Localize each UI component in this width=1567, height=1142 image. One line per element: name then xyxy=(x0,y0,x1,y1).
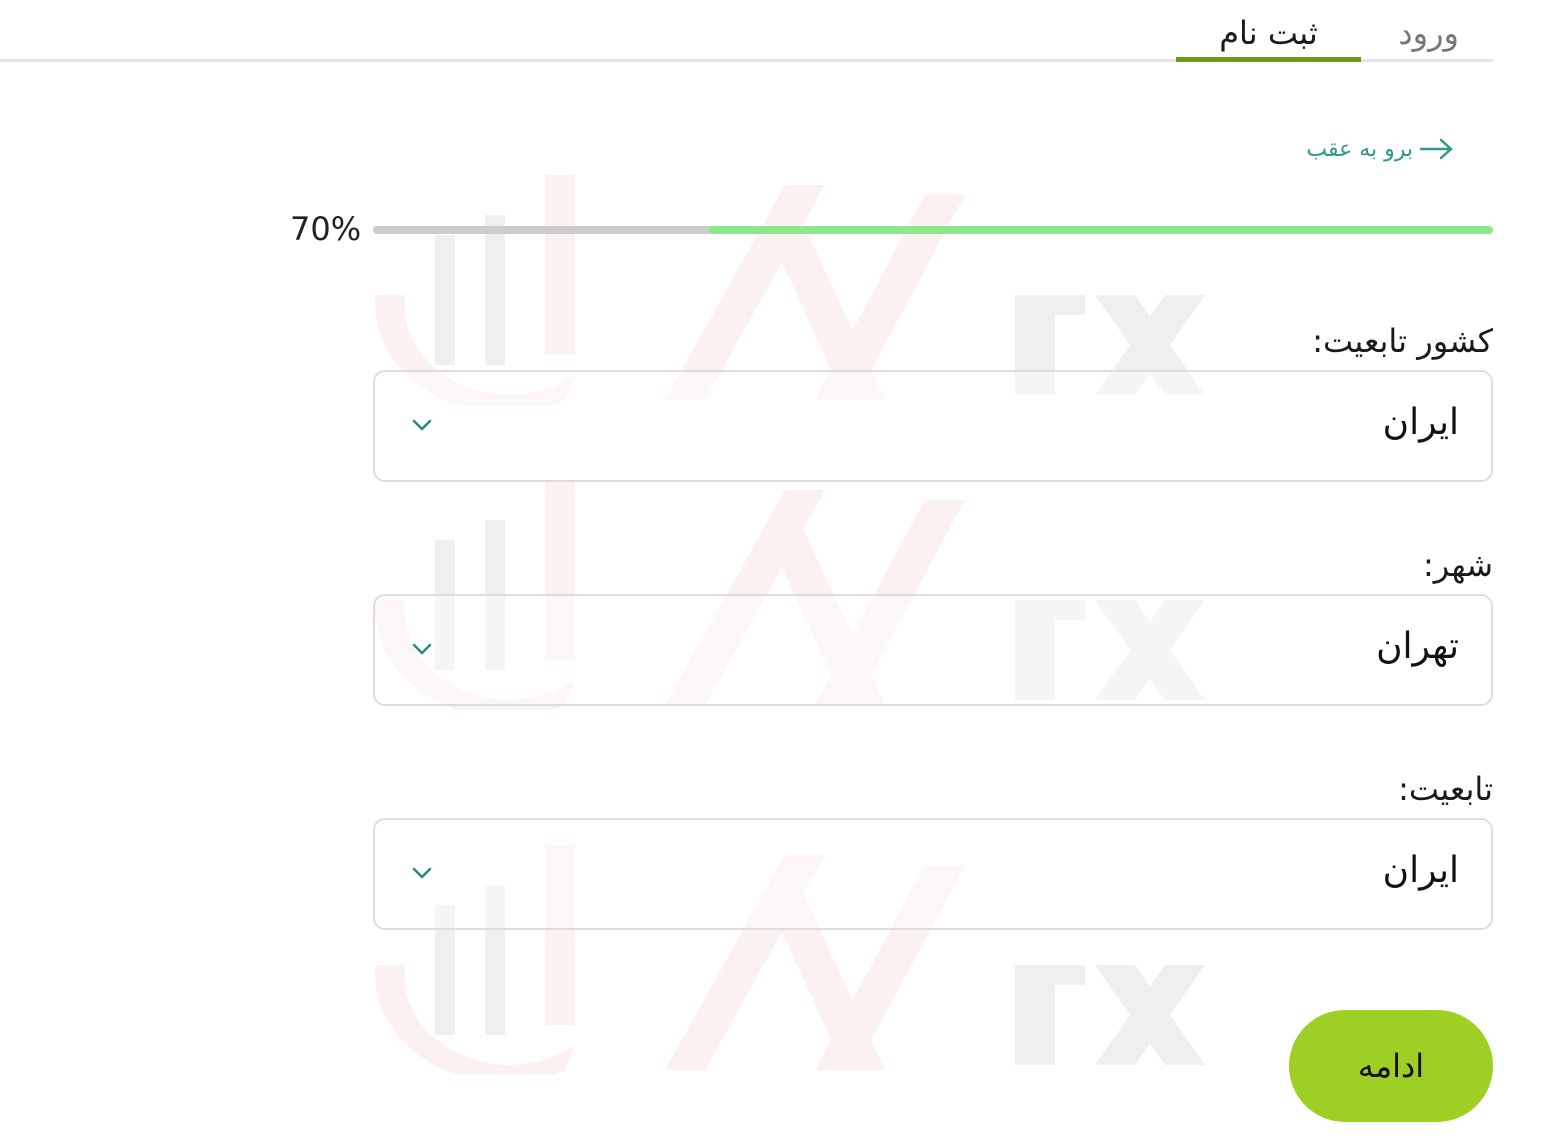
citizenship-label: تابعیت: xyxy=(1398,770,1493,808)
country-select[interactable]: ایران xyxy=(373,370,1493,482)
city-label: شهر: xyxy=(1423,546,1493,584)
arrow-right-icon xyxy=(1419,138,1453,160)
country-label: کشور تابعیت: xyxy=(1312,322,1493,360)
citizenship-select-value: ایران xyxy=(1382,850,1459,891)
back-link[interactable]: برو به عقب xyxy=(1306,133,1455,165)
country-select-value: ایران xyxy=(1382,402,1459,443)
city-select[interactable]: تهران xyxy=(373,594,1493,706)
back-link-label: برو به عقب xyxy=(1306,136,1413,162)
chevron-down-icon xyxy=(412,419,432,431)
chevron-down-icon xyxy=(412,643,432,655)
chevron-down-icon xyxy=(412,867,432,879)
tab-register[interactable]: ثبت نام xyxy=(1176,10,1361,59)
active-tab-indicator xyxy=(1176,57,1361,62)
progress-bar xyxy=(373,226,1493,234)
progress-percent: 70% xyxy=(290,210,362,248)
auth-tabs: ورود ثبت نام xyxy=(0,0,1493,62)
city-select-value: تهران xyxy=(1376,626,1459,667)
tab-login[interactable]: ورود xyxy=(1398,10,1459,56)
citizenship-select[interactable]: ایران xyxy=(373,818,1493,930)
continue-button[interactable]: ادامه xyxy=(1289,1010,1493,1122)
progress-bar-fill xyxy=(709,226,1493,234)
